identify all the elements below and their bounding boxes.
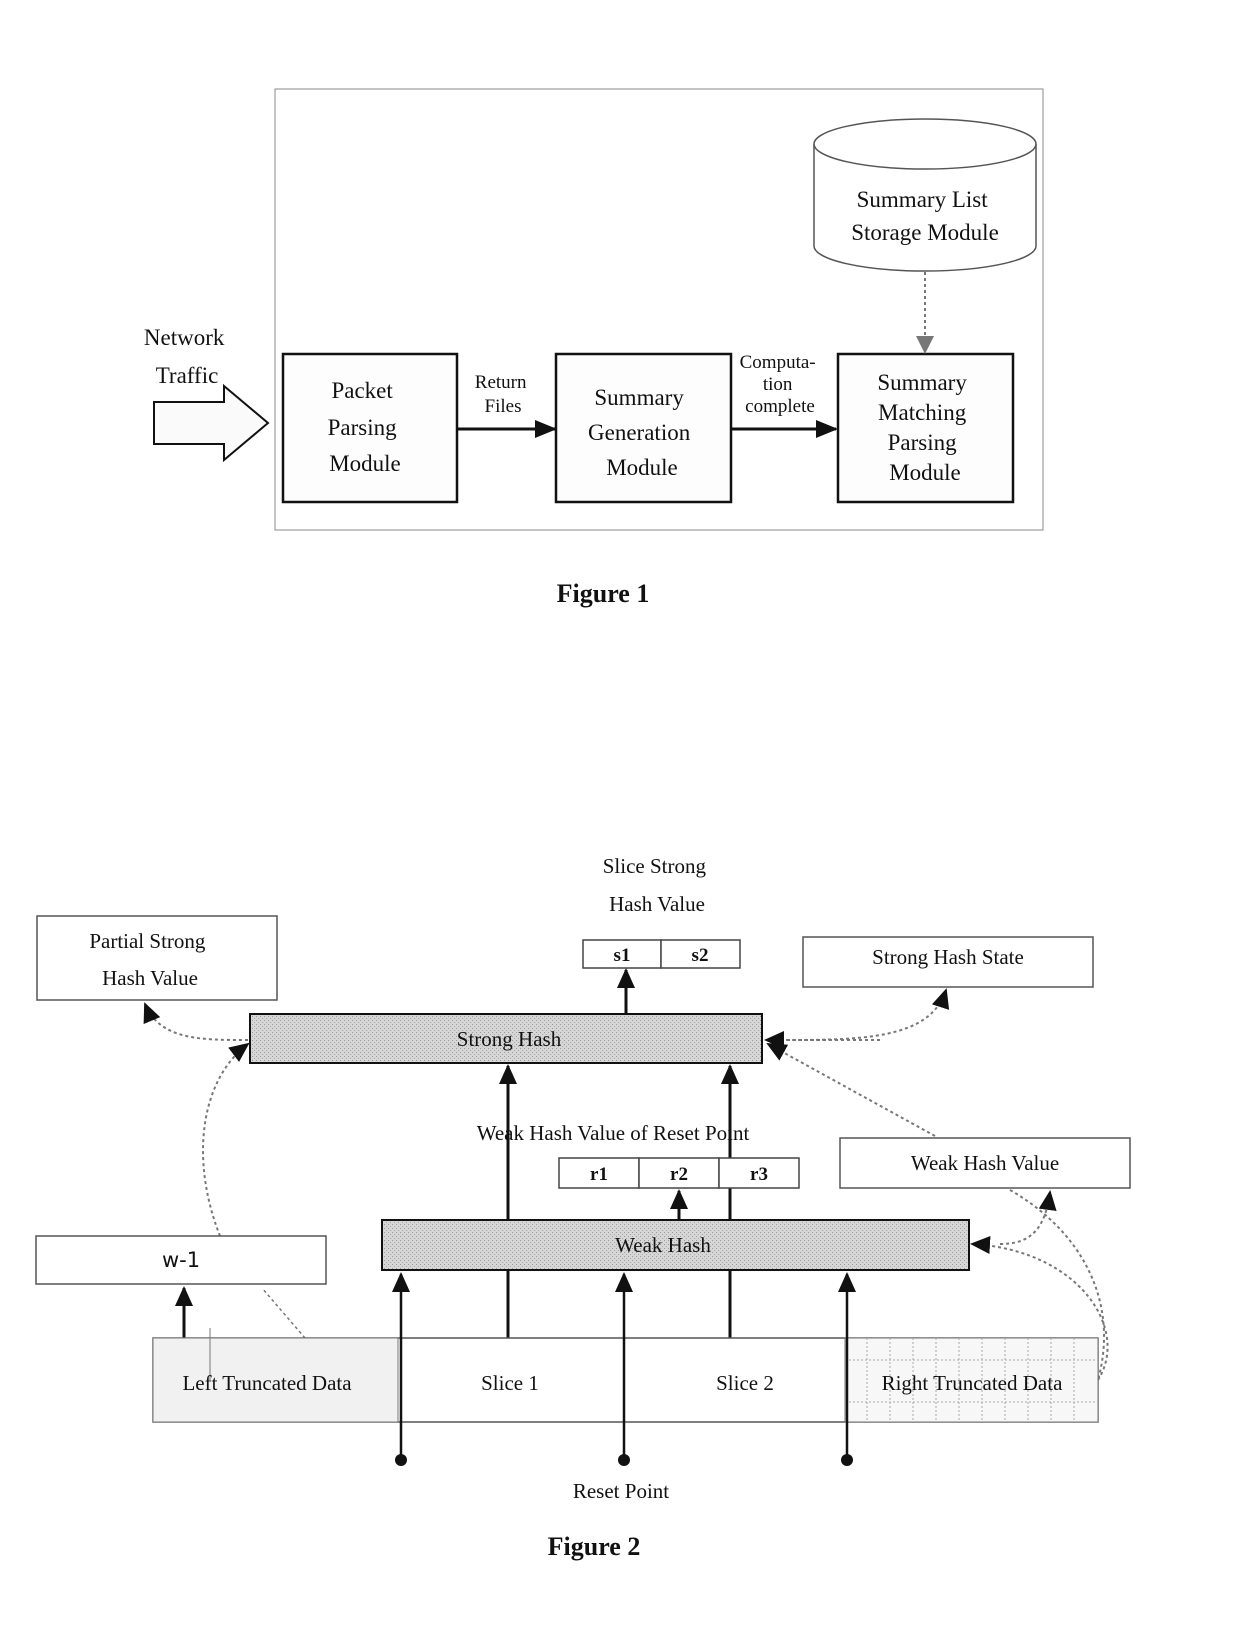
cell-r3: r3 xyxy=(750,1164,768,1185)
return-files-label: Return Files xyxy=(475,372,531,417)
data-strip: Left Truncated Data Slice 1 Slice 2 Righ… xyxy=(152,1328,1099,1423)
weak-to-weakvalue-arrow xyxy=(999,1190,1057,1245)
summary-list-storage-module: Summary List Storage Module xyxy=(813,118,1037,272)
left-truncated-label: Left Truncated Data xyxy=(182,1371,352,1395)
right-truncated-label: Right Truncated Data xyxy=(882,1371,1063,1395)
network-traffic-arrow xyxy=(153,383,270,463)
svg-text:w-1: w-1 xyxy=(162,1248,200,1272)
svg-text:Weak Hash: Weak Hash xyxy=(615,1233,711,1257)
figure-2-caption: Figure 2 xyxy=(548,1532,641,1561)
slice-2-label: Slice 2 xyxy=(716,1371,774,1395)
reset-point-dot-1 xyxy=(395,1454,407,1466)
cell-r1: r1 xyxy=(590,1164,608,1185)
weak-value-to-strong-arrow xyxy=(766,1043,936,1137)
strong-to-state-arrow xyxy=(779,988,950,1041)
figure-1: Network Traffic Packet Parsing Module Re… xyxy=(144,88,1044,608)
reset-point-label: Reset Point xyxy=(573,1479,669,1503)
reset-point-weak-hash-cells: r1 r2 r3 xyxy=(558,1157,800,1189)
patent-figures: Network Traffic Packet Parsing Module Re… xyxy=(35,88,1131,1561)
figure-2: Slice Strong Hash Value s1 s2 Partial St… xyxy=(35,854,1131,1561)
svg-text:Packet Parsing Mod: Packet Parsing Module xyxy=(328,378,403,476)
slice-strong-hash-value-label: Slice Strong Hash Value xyxy=(603,854,712,916)
slice-strong-hash-cells: s1 s2 xyxy=(582,939,741,969)
left-to-w1-dashed xyxy=(261,1287,306,1339)
strong-to-partial-arrow xyxy=(143,1002,249,1041)
weak-hash-value-reset-point-label: Weak Hash Value of Reset Point xyxy=(477,1121,750,1145)
w1-to-strong-arrow xyxy=(202,1042,250,1237)
cell-r2: r2 xyxy=(670,1164,688,1185)
reset-point-dot-3 xyxy=(841,1454,853,1466)
svg-text:Strong Hash: Strong Hash xyxy=(457,1027,562,1051)
computation-complete-label: Computa- tion complete xyxy=(740,352,821,417)
svg-text:Weak Hash Value: Weak Hash Value xyxy=(911,1151,1059,1175)
slice-1-label: Slice 1 xyxy=(481,1371,539,1395)
figure-1-caption: Figure 1 xyxy=(557,579,650,608)
cell-s2: s2 xyxy=(692,945,709,966)
cell-s1: s1 xyxy=(614,945,631,966)
network-traffic-label: Network Traffic xyxy=(144,325,230,388)
reset-point-dot-2 xyxy=(618,1454,630,1466)
svg-text:Strong Hash State: Strong Hash State xyxy=(872,945,1024,969)
